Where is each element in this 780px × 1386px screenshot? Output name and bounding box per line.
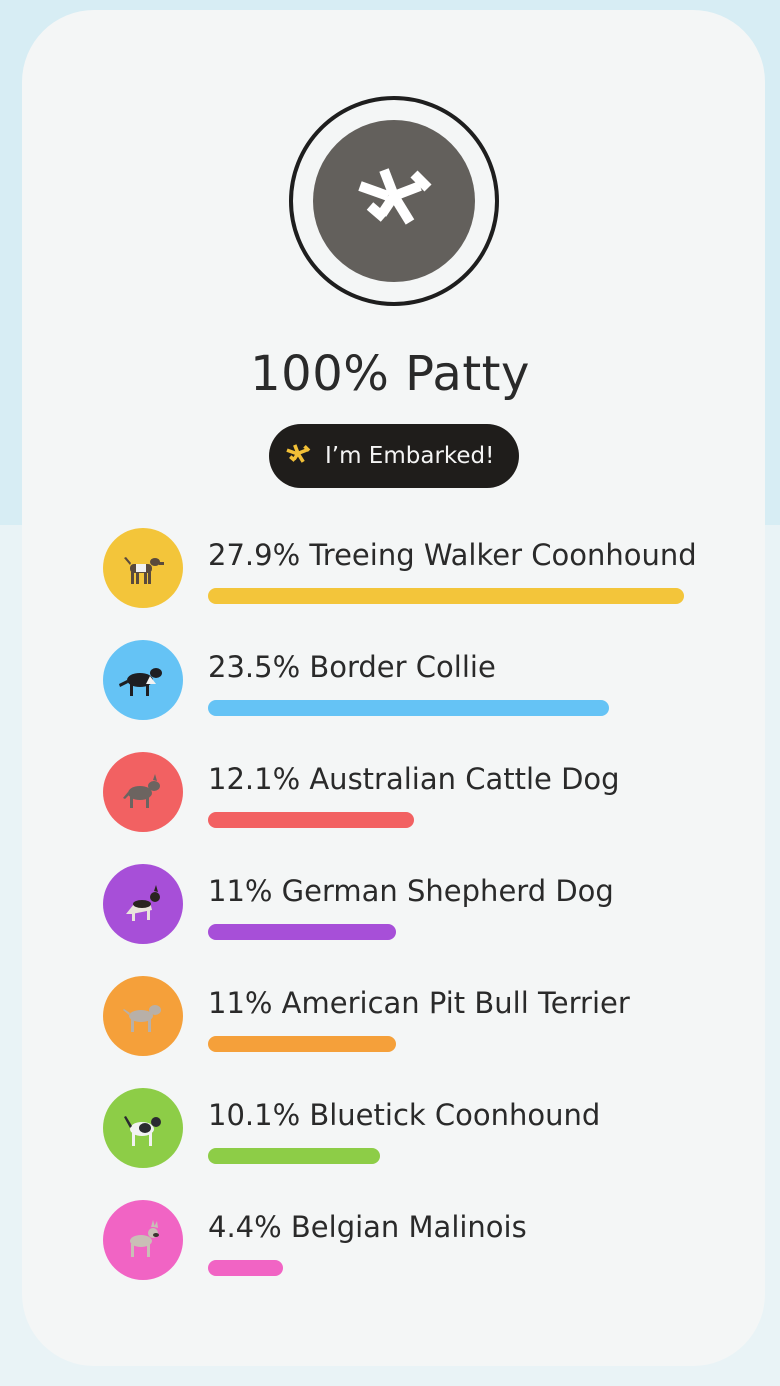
breed-row[interactable]: 11% American Pit Bull Terrier — [103, 976, 703, 1056]
breed-percentage-bar — [208, 1036, 396, 1052]
breed-percentage-bar — [208, 1260, 283, 1276]
breed-avatar — [103, 1200, 183, 1280]
breed-avatar — [103, 640, 183, 720]
dog-name-title: 100% Patty — [250, 346, 530, 402]
breed-row[interactable]: 11% German Shepherd Dog — [103, 864, 703, 944]
breed-label: 23.5% Border Collie — [208, 650, 496, 684]
breed-avatar — [103, 752, 183, 832]
breed-avatar — [103, 1088, 183, 1168]
breed-percentage-bar — [208, 1148, 380, 1164]
breed-label: 12.1% Australian Cattle Dog — [208, 762, 620, 796]
breed-percentage-bar — [208, 700, 609, 716]
dog-icon — [126, 885, 160, 921]
breed-label: 11% German Shepherd Dog — [208, 874, 614, 908]
breed-percentage-bar — [208, 812, 414, 828]
embark-logo-icon — [285, 443, 311, 469]
breed-avatar — [103, 864, 183, 944]
dog-icon — [124, 557, 164, 584]
dog-icon — [124, 1116, 161, 1146]
breed-label: 4.4% Belgian Malinois — [208, 1210, 527, 1244]
embarked-badge[interactable]: I’m Embarked! — [269, 424, 519, 488]
avatar[interactable] — [313, 120, 475, 282]
badge-label: I’m Embarked! — [325, 443, 495, 469]
dog-icon — [130, 1220, 159, 1257]
breed-row[interactable]: 4.4% Belgian Malinois — [103, 1200, 703, 1280]
embark-logo-icon — [358, 168, 432, 225]
breed-label: 27.9% Treeing Walker Coonhound — [208, 538, 697, 572]
breed-label: 10.1% Bluetick Coonhound — [208, 1098, 601, 1132]
breed-row[interactable]: 27.9% Treeing Walker Coonhound — [103, 528, 703, 608]
breed-row[interactable]: 23.5% Border Collie — [103, 640, 703, 720]
breed-percentage-bar — [208, 588, 684, 604]
breed-percentage-bar — [208, 924, 396, 940]
breed-row[interactable]: 10.1% Bluetick Coonhound — [103, 1088, 703, 1168]
breed-label: 11% American Pit Bull Terrier — [208, 986, 630, 1020]
dog-icon — [123, 1005, 161, 1032]
breed-row[interactable]: 12.1% Australian Cattle Dog — [103, 752, 703, 832]
breed-avatar — [103, 976, 183, 1056]
dog-icon — [123, 774, 160, 808]
dog-icon — [119, 668, 162, 696]
breed-avatar — [103, 528, 183, 608]
